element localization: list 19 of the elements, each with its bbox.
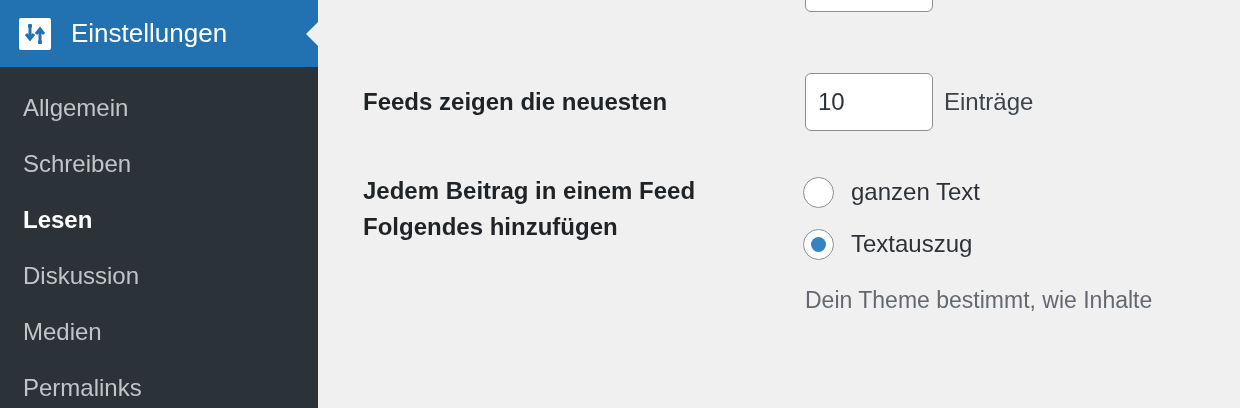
menu-item[interactable]: Medien — [0, 315, 318, 349]
menu-pointer — [306, 22, 318, 46]
menu-item[interactable]: Allgemein — [0, 91, 318, 125]
description-text: Dein Theme bestimmt, wie Inhalte — [805, 286, 1153, 315]
menu-item[interactable]: Diskussion — [0, 259, 318, 293]
option-label: ganzen Text — [851, 177, 980, 207]
radio-button[interactable] — [803, 228, 834, 260]
setting-label: Jedem Beitrag in einem Feed Folgendes hinzufügen — [363, 176, 697, 242]
radio-button[interactable] — [803, 176, 834, 208]
sliders-icon — [19, 17, 51, 50]
unit-label: Einträge — [944, 87, 1034, 117]
menu-item[interactable]: Lesen — [0, 203, 318, 237]
number-field[interactable]: 10 — [805, 73, 933, 131]
option-label: Textauszug — [851, 229, 973, 259]
menu-header-label: Einstellungen — [71, 17, 228, 50]
menu-header[interactable]: Einstellungen — [0, 0, 318, 67]
setting-label: Feeds zeigen die neuesten — [363, 87, 669, 117]
menu-item[interactable]: Permalinks — [0, 371, 318, 405]
menu-item[interactable]: Schreiben — [0, 147, 318, 181]
